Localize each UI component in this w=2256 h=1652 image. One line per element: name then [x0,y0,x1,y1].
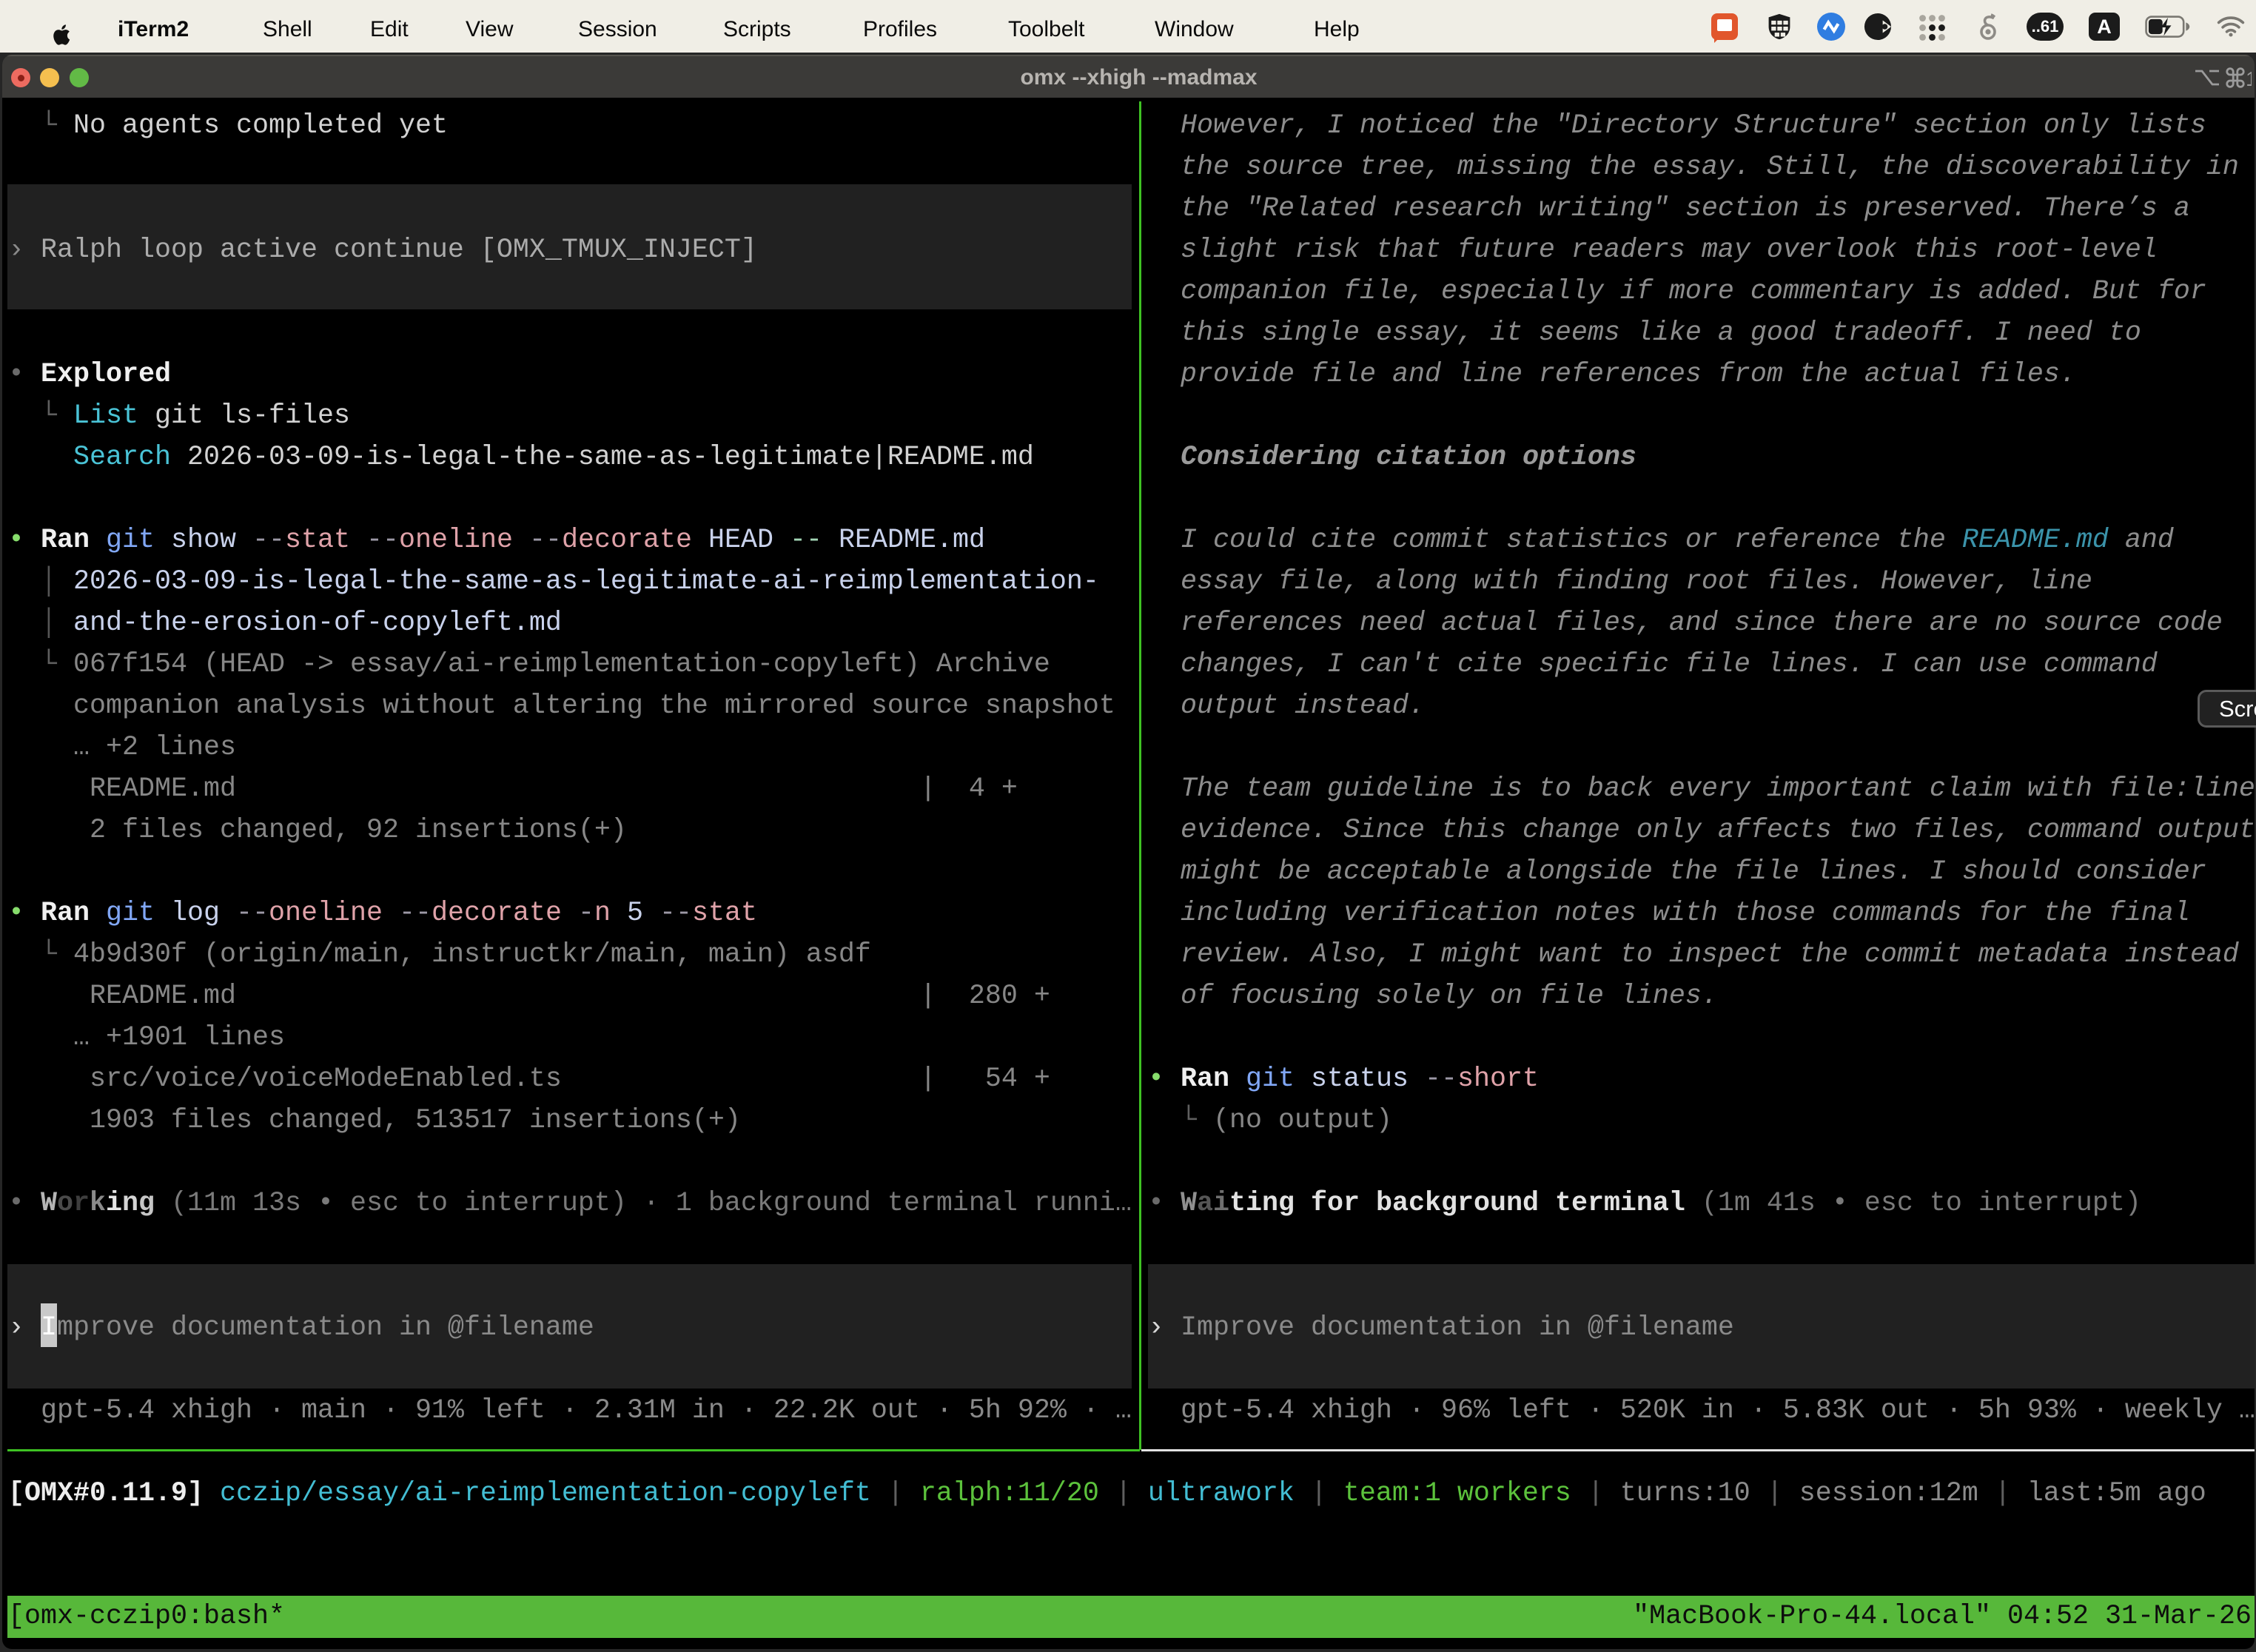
svg-text:1: 1 [2246,67,2252,88]
